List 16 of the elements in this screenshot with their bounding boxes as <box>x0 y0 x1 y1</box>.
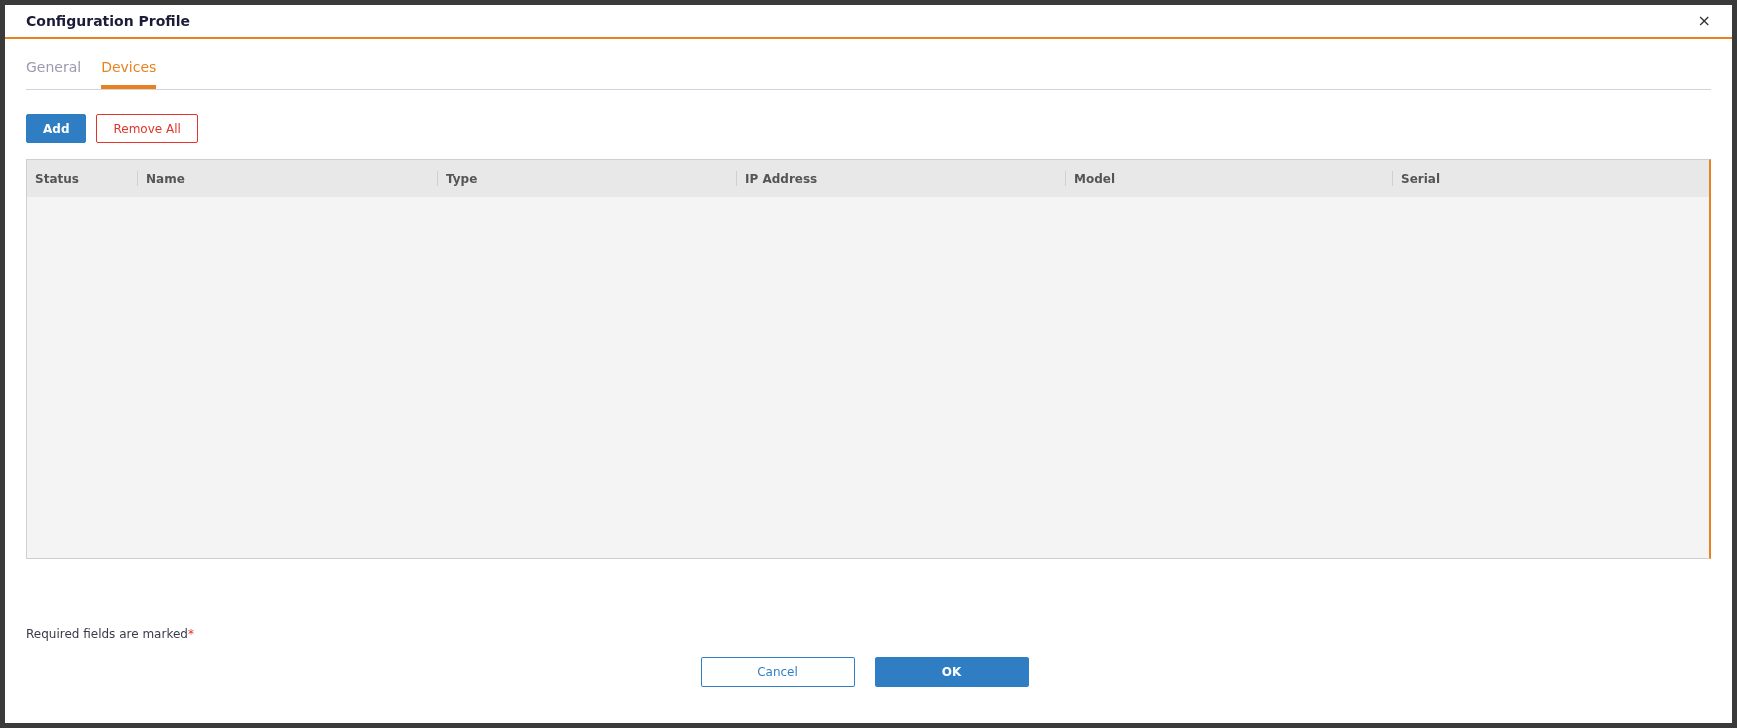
column-header: Status <box>34 170 80 188</box>
column-header: Serial <box>1400 170 1442 188</box>
required-asterisk: * <box>187 627 194 641</box>
column-header: Type <box>445 170 479 188</box>
window-title: Configuration Profile <box>26 11 190 31</box>
column-header: Name <box>145 170 186 188</box>
add-button[interactable]: Add <box>26 114 87 143</box>
tab[interactable]: Devices <box>101 57 157 89</box>
close-button[interactable]: × <box>1697 13 1711 29</box>
remove-all-button[interactable]: Remove All <box>96 114 198 143</box>
ok-button[interactable]: OK <box>874 657 1029 687</box>
column-header: Model <box>1073 170 1117 188</box>
cancel-button[interactable]: Cancel <box>700 657 855 687</box>
required-note: Required fields are marked <box>26 627 188 641</box>
tab[interactable]: General <box>26 57 82 89</box>
column-header: IP Address <box>744 170 819 188</box>
